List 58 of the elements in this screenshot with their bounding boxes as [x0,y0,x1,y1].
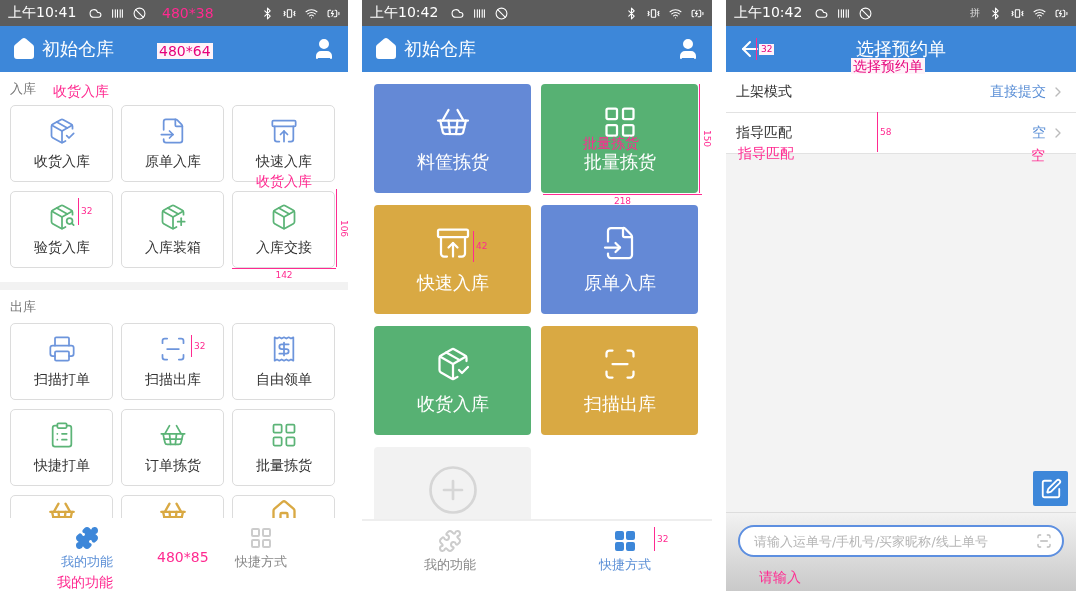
annotation-label: 480*85 [157,550,209,564]
cloud-icon [89,6,103,20]
function-card[interactable]: 扫描打单 [10,323,113,400]
annotation-label: 收货入库 [53,84,109,98]
annotation-label: 我的功能 [57,575,113,589]
input-method-indicator: 拼 [970,6,980,20]
setting-row[interactable]: 上架模式 直接提交 [726,72,1076,113]
nav-tab[interactable]: 我的功能 [61,526,113,571]
status-time: 上午10:41 [8,4,77,22]
section-title: 入库 [10,80,36,98]
function-card[interactable]: 原单入库 [121,105,224,182]
function-card[interactable]: 批量拣货 [232,409,335,486]
search-field[interactable]: 请输入运单号/手机号/买家昵称/线上单号 [754,533,1032,549]
annotation-label: 选择预约单 [851,58,925,74]
grid-icon [612,529,637,553]
home-icon[interactable] [12,37,36,61]
function-card[interactable]: 快捷打单 [10,409,113,486]
annotation-label: 480*38 [162,6,214,20]
edit-button[interactable] [1033,471,1068,506]
bluetooth-icon [261,6,274,20]
status-time: 上午10:42 [370,4,439,22]
blocked-icon [495,6,509,20]
status-time: 上午10:42 [734,4,803,22]
bluetooth-icon [625,6,638,20]
header-title: 初始仓库 [42,37,114,61]
edit-icon [1039,477,1062,500]
annotation-label: 480*64 [157,43,213,59]
barcode-icon [837,6,851,20]
function-card[interactable]: 自由领单 [232,323,335,400]
wifi-icon [305,6,318,20]
grid-icon [249,526,273,550]
annotation-label: 批量拣货 [583,136,639,150]
cloud-icon [815,6,829,20]
wifi-icon [669,6,682,20]
nav-tab[interactable]: 快捷方式 [598,529,651,574]
blocked-icon [859,6,873,20]
vibrate-icon [1011,6,1024,20]
wifi-icon [1033,6,1046,20]
search-bar[interactable]: 请输入运单号/手机号/买家昵称/线上单号 [738,525,1064,557]
puzzle-icon [75,526,99,550]
nav-tab[interactable]: 快捷方式 [235,526,287,571]
vibrate-icon [283,6,296,20]
annotation-label: 请输入 [759,570,801,584]
function-card[interactable]: 入库交接 [232,191,335,268]
header-title: 初始仓库 [404,37,476,61]
cloud-icon [451,6,465,20]
barcode-icon [473,6,487,20]
puzzle-icon [437,529,462,553]
function-card[interactable]: 订单拣货 [121,409,224,486]
function-card[interactable]: 收货入库 [10,105,113,182]
barcode-icon [111,6,125,20]
blocked-icon [133,6,147,20]
home-icon[interactable] [374,37,398,61]
section-title: 出库 [10,298,36,316]
nav-tab[interactable]: 我的功能 [423,529,476,574]
vibrate-icon [647,6,660,20]
bluetooth-icon [989,6,1002,20]
function-card[interactable]: 入库装箱 [121,191,224,268]
